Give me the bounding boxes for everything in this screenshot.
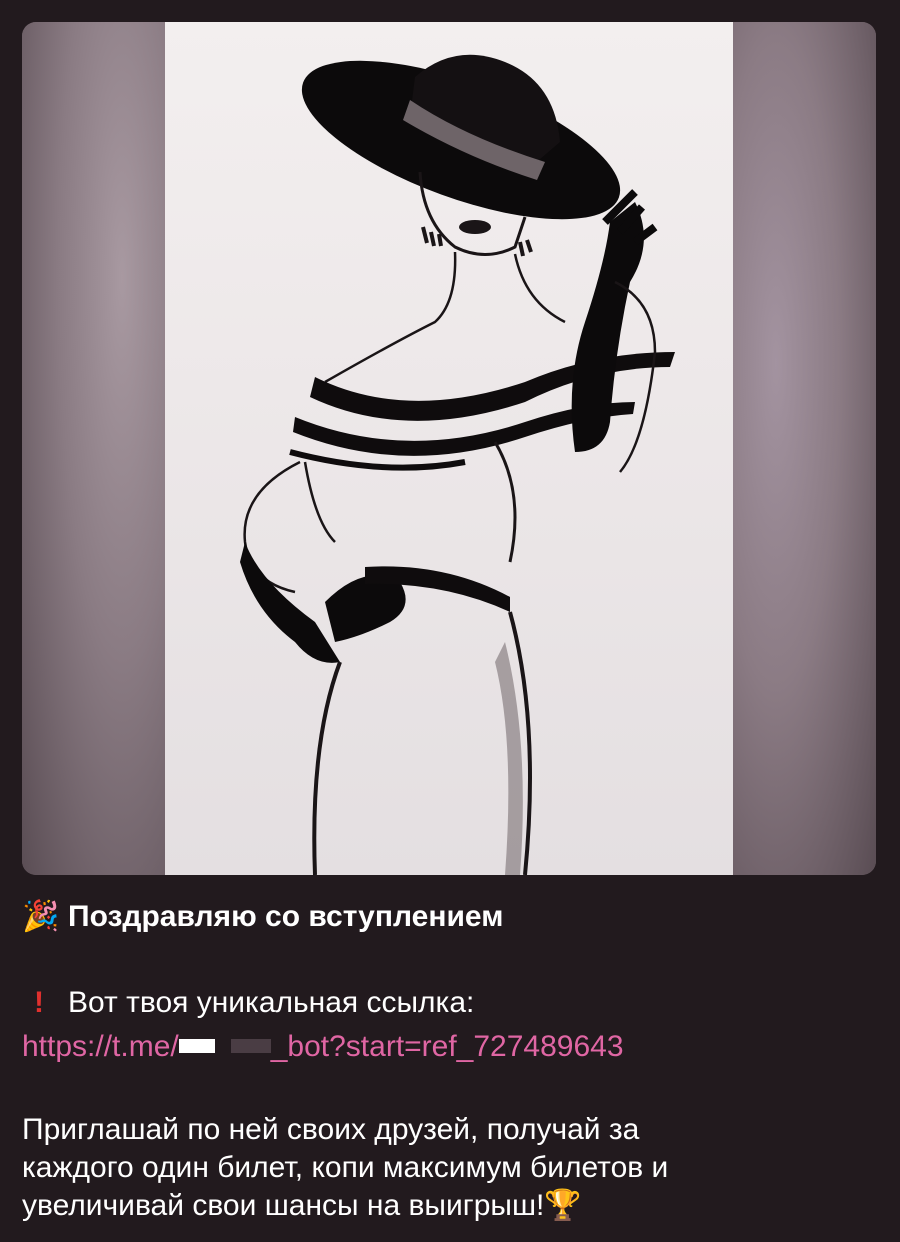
referral-link[interactable]: https://t.me/ _bot?start=ref_727489643 [22, 1025, 882, 1069]
fashion-illustration [165, 22, 733, 875]
hand-on-hip [325, 575, 406, 642]
photo-blur-left [22, 22, 165, 875]
body-line-last: увеличивай свои шансы на выигрыш!🏆 [22, 1187, 882, 1225]
skirt-shadow [495, 642, 523, 875]
message-body: Приглашай по ней своих друзей, получай з… [22, 1111, 882, 1225]
body-line: каждого один билет, копи максимум билето… [22, 1151, 669, 1184]
redacted-segment [230, 1039, 271, 1054]
body-line: увеличивай свои шансы на выигрыш! [22, 1189, 545, 1222]
message-caption: 🎉 Поздравляю со вступлением ! Вот твоя уни… [22, 895, 882, 1225]
exclamation-icon: ! [34, 986, 44, 1019]
message-title-row: 🎉 Поздравляю со вступлением [22, 895, 882, 939]
lips [459, 220, 491, 234]
link-intro-text: Вот твоя уникальная ссылка: [68, 986, 475, 1019]
neck [324, 251, 457, 384]
earring-right [518, 239, 533, 257]
link-intro-row: ! Вот твоя уникальная ссылка: [22, 981, 882, 1025]
party-popper-icon: 🎉 [22, 900, 60, 933]
body-line: Приглашай по ней своих друзей, получай з… [22, 1113, 640, 1146]
skirt-left [312, 661, 342, 875]
photo-blur-right [733, 22, 876, 875]
message-title: Поздравляю со вступлением [68, 900, 504, 933]
referral-link-prefix[interactable]: https://t.me/ [22, 1030, 179, 1063]
redacted-segment [178, 1039, 215, 1054]
bodice-right [493, 441, 517, 563]
bodice-left [303, 461, 336, 543]
trophy-icon: 🏆 [544, 1189, 582, 1222]
referral-link-suffix[interactable]: _bot?start=ref_727489643 [271, 1030, 624, 1063]
message-photo[interactable] [22, 22, 876, 875]
neck-right [513, 253, 566, 324]
raised-glove [571, 202, 644, 452]
left-glove [240, 542, 340, 663]
